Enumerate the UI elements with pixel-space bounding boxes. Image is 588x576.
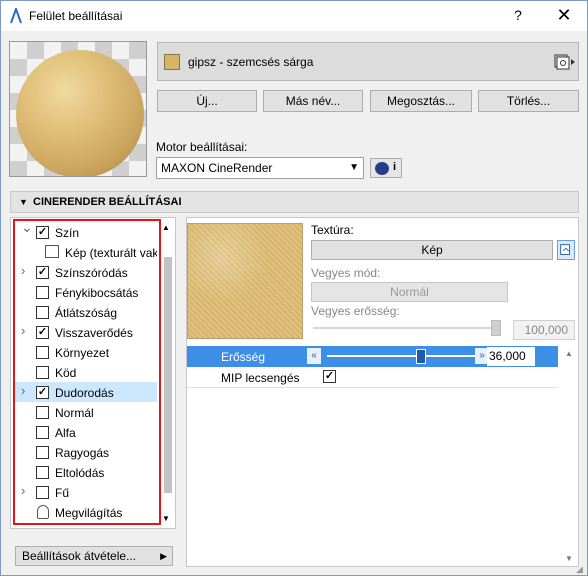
cinerender-section-header[interactable]: ▼ CINERENDER BEÁLLÍTÁSAI bbox=[10, 191, 579, 213]
strength-value[interactable]: 36,000 bbox=[487, 347, 535, 366]
settings-transfer-label: Beállítások átvétele... bbox=[22, 549, 137, 563]
scroll-up-icon[interactable]: ▲ bbox=[565, 349, 573, 358]
mip-checkbox[interactable]: ✓ bbox=[323, 370, 336, 383]
section-title: CINERENDER BEÁLLÍTÁSAI bbox=[33, 196, 182, 208]
archicad-app-icon bbox=[10, 8, 22, 24]
texture-label: Textúra: bbox=[311, 223, 354, 237]
help-button[interactable]: ? bbox=[506, 7, 530, 25]
mix-strength-track[interactable] bbox=[313, 327, 501, 329]
mix-mode-select[interactable]: Normál bbox=[311, 282, 508, 302]
material-name-box[interactable]: gipsz - szemcsés sárga bbox=[157, 42, 579, 81]
new-button[interactable]: Új... bbox=[157, 90, 257, 112]
mix-strength-value[interactable]: 100,000 bbox=[513, 320, 575, 340]
tree-scrollbar[interactable]: ▲ ▼ bbox=[161, 223, 173, 523]
window-title: Felület beállításai bbox=[29, 9, 123, 23]
decrease-icon[interactable]: « bbox=[307, 348, 321, 364]
engine-label: Motor beállításai: bbox=[156, 140, 248, 154]
title-bar: Felület beállításai ? ✕ bbox=[1, 1, 587, 31]
mix-mode-label: Vegyes mód: bbox=[311, 266, 381, 280]
mix-strength-thumb[interactable] bbox=[491, 320, 501, 336]
settings-scrollbar[interactable]: ▲ ▼ bbox=[563, 347, 575, 565]
scroll-down-icon[interactable]: ▼ bbox=[565, 554, 573, 563]
delete-button[interactable]: Törlés... bbox=[478, 90, 579, 112]
strength-row[interactable]: Erősség « » 36,000 bbox=[187, 346, 558, 367]
strength-endcap bbox=[537, 346, 558, 367]
chevron-right-icon: ▶ bbox=[160, 551, 167, 561]
info-icon: i bbox=[393, 161, 397, 173]
material-browser-icon[interactable] bbox=[554, 53, 576, 71]
mip-label: MIP lecsengés bbox=[221, 371, 300, 385]
engine-value: MAXON CineRender bbox=[161, 161, 273, 175]
share-button[interactable]: Megosztás... bbox=[370, 90, 472, 112]
material-preview bbox=[9, 41, 147, 177]
scroll-up-icon[interactable]: ▲ bbox=[162, 223, 170, 232]
texture-load-icon[interactable] bbox=[557, 240, 575, 260]
rename-button[interactable]: Más név... bbox=[263, 90, 363, 112]
cinerender-logo-icon bbox=[375, 162, 389, 175]
material-name: gipsz - szemcsés sárga bbox=[188, 55, 314, 69]
close-button[interactable]: ✕ bbox=[549, 4, 579, 26]
engine-select[interactable]: MAXON CineRender ▼ bbox=[156, 157, 364, 179]
scroll-down-icon[interactable]: ▼ bbox=[162, 514, 170, 523]
mip-row[interactable]: MIP lecsengés ✓ bbox=[187, 367, 558, 388]
collapse-triangle-icon: ▼ bbox=[19, 197, 28, 207]
strength-thumb[interactable] bbox=[416, 349, 427, 364]
preview-sphere bbox=[16, 50, 144, 176]
material-color-swatch bbox=[164, 54, 180, 70]
scroll-thumb[interactable] bbox=[164, 257, 172, 493]
material-settings-dialog: Felület beállításai ? ✕ gipsz - szemcsés… bbox=[0, 0, 588, 576]
settings-transfer-button[interactable]: Beállítások átvétele... ▶ bbox=[15, 546, 173, 566]
tree-highlight-frame bbox=[13, 219, 161, 525]
mix-strength-label: Vegyes erősség: bbox=[311, 304, 400, 318]
texture-image-button[interactable]: Kép bbox=[311, 240, 553, 260]
resize-grip-icon[interactable]: ◢ bbox=[576, 564, 583, 575]
chevron-down-icon: ▼ bbox=[349, 162, 359, 173]
strength-track[interactable] bbox=[327, 355, 475, 357]
engine-info-button[interactable]: i bbox=[370, 158, 402, 178]
strength-label: Erősség bbox=[221, 350, 266, 364]
texture-thumbnail[interactable] bbox=[187, 223, 303, 339]
